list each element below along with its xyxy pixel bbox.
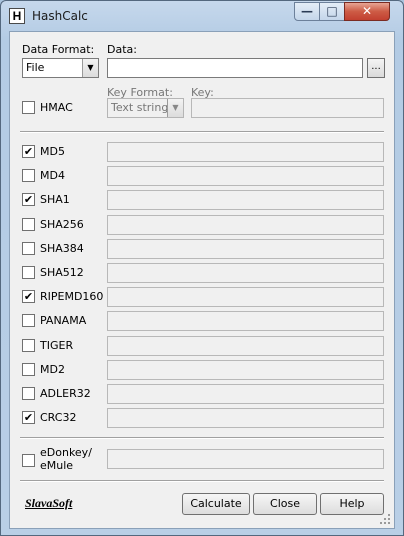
app-icon: H — [9, 8, 25, 24]
ripemd160-hash-output[interactable] — [107, 287, 384, 307]
adler32-label: ADLER32 — [40, 387, 91, 400]
chevron-down-icon: ▼ — [82, 59, 98, 77]
separator — [20, 480, 384, 482]
sha512-hash-output[interactable] — [107, 263, 384, 283]
hmac-checkbox[interactable] — [22, 101, 35, 114]
data-format-label: Data Format: — [22, 43, 95, 56]
md5-hash-output[interactable] — [107, 142, 384, 162]
minimize-button[interactable]: — — [294, 2, 320, 21]
md5-checkbox[interactable]: ✔ — [22, 145, 35, 158]
help-button[interactable]: Help — [320, 493, 384, 515]
window-title: HashCalc — [32, 9, 88, 23]
panama-hash-output[interactable] — [107, 311, 384, 331]
hashcalc-window: H HashCalc — □ ✕ Data Format: File ▼ Dat… — [0, 0, 404, 536]
maximize-button[interactable]: □ — [319, 2, 345, 21]
data-label: Data: — [107, 43, 137, 56]
resize-grip-icon[interactable] — [379, 513, 391, 525]
md4-checkbox[interactable] — [22, 169, 35, 182]
crc32-label: CRC32 — [40, 411, 77, 424]
adler32-hash-output[interactable] — [107, 384, 384, 404]
adler32-checkbox[interactable] — [22, 387, 35, 400]
sha256-label: SHA256 — [40, 218, 84, 231]
separator — [20, 131, 384, 133]
key-format-value: Text string — [111, 101, 169, 114]
sha384-checkbox[interactable] — [22, 242, 35, 255]
sha256-hash-output[interactable] — [107, 215, 384, 235]
calculate-button[interactable]: Calculate — [182, 493, 250, 515]
md2-hash-output[interactable] — [107, 360, 384, 380]
md5-label: MD5 — [40, 145, 65, 158]
md2-checkbox[interactable] — [22, 363, 35, 376]
panama-checkbox[interactable] — [22, 314, 35, 327]
ripemd160-label: RIPEMD160 — [40, 290, 104, 303]
data-format-select[interactable]: File ▼ — [22, 58, 99, 78]
sha1-hash-output[interactable] — [107, 190, 384, 210]
slavasoft-logo: SlavaSoft — [25, 496, 73, 510]
sha384-label: SHA384 — [40, 242, 84, 255]
chevron-down-icon: ▼ — [167, 99, 183, 117]
key-input[interactable] — [191, 98, 384, 118]
tiger-hash-output[interactable] — [107, 336, 384, 356]
sha512-checkbox[interactable] — [22, 266, 35, 279]
edonkey-label-line2: eMule — [40, 459, 74, 472]
key-format-select[interactable]: Text string ▼ — [107, 98, 184, 118]
panama-label: PANAMA — [40, 314, 87, 327]
crc32-checkbox[interactable]: ✔ — [22, 411, 35, 424]
edonkey-label-line1: eDonkey/ — [40, 446, 92, 459]
sha256-checkbox[interactable] — [22, 218, 35, 231]
md4-label: MD4 — [40, 169, 65, 182]
ripemd160-checkbox[interactable]: ✔ — [22, 290, 35, 303]
data-format-value: File — [26, 61, 45, 74]
client-area: Data Format: File ▼ Data: ... HMAC Key F… — [9, 31, 395, 529]
browse-button[interactable]: ... — [367, 58, 385, 78]
hmac-label: HMAC — [40, 101, 73, 114]
tiger-checkbox[interactable] — [22, 339, 35, 352]
tiger-label: TIGER — [40, 339, 74, 352]
crc32-hash-output[interactable] — [107, 408, 384, 428]
md2-label: MD2 — [40, 363, 65, 376]
edonkey-checkbox[interactable] — [22, 454, 35, 467]
sha384-hash-output[interactable] — [107, 239, 384, 259]
sha1-label: SHA1 — [40, 193, 70, 206]
sha512-label: SHA512 — [40, 266, 84, 279]
close-button[interactable]: Close — [253, 493, 317, 515]
separator — [20, 437, 384, 439]
sha1-checkbox[interactable]: ✔ — [22, 193, 35, 206]
close-window-button[interactable]: ✕ — [344, 2, 390, 21]
title-bar[interactable]: H HashCalc — □ ✕ — [1, 1, 403, 31]
data-input[interactable] — [107, 58, 363, 78]
md4-hash-output[interactable] — [107, 166, 384, 186]
edonkey-hash-output[interactable] — [107, 449, 384, 469]
